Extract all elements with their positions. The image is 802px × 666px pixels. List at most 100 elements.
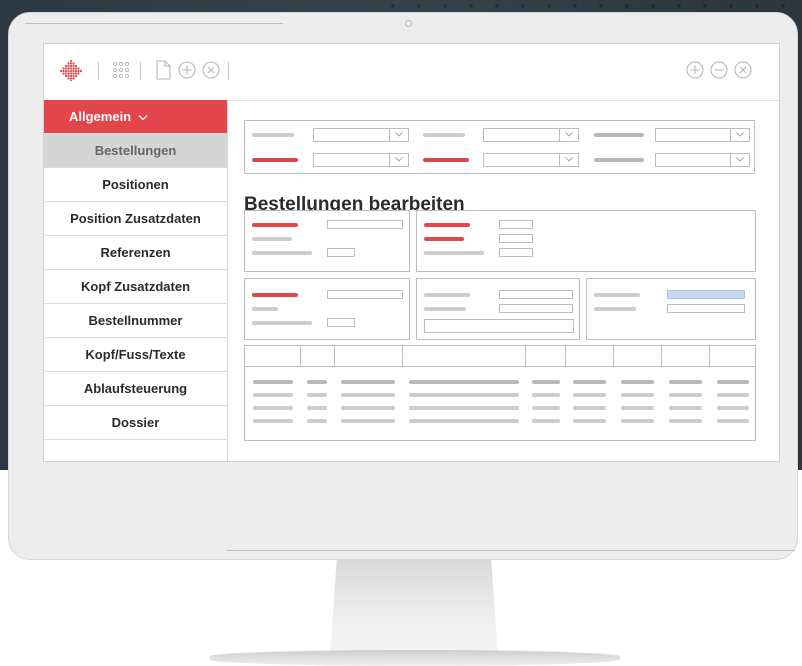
filter-dropdown[interactable] [313,153,409,167]
form-label [424,237,464,241]
filter-label [252,158,298,162]
column-divider [525,346,526,366]
logo-icon [59,59,83,85]
filter-label [594,133,644,137]
chevron-down-icon [559,129,578,141]
sidebar-item-kopf-fuss-texte[interactable]: Kopf/Fuss/Texte [44,338,227,372]
table-cell [573,419,606,423]
filter-dropdown[interactable] [655,128,750,142]
table-cell [307,406,327,410]
filter-dropdown[interactable] [483,128,579,142]
table-cell [532,406,560,410]
sidebar-item-kopf-zusatzdaten[interactable]: Kopf Zusatzdaten [44,270,227,304]
monitor-base [210,650,620,666]
table-row[interactable] [245,393,755,397]
form-field[interactable] [327,290,403,299]
table-cell [621,406,654,410]
table-cell [307,393,327,397]
table-cell [669,380,702,384]
filter-dropdown[interactable] [483,153,579,167]
bezel-highlight [25,23,283,24]
table-row[interactable] [245,380,755,384]
filter-dropdown[interactable] [655,153,750,167]
form-panel [586,278,756,340]
column-divider [613,346,614,366]
form-field[interactable] [327,318,355,327]
form-label [424,223,470,227]
sidebar-item-position-zusatzdaten[interactable]: Position Zusatzdaten [44,202,227,236]
table-cell [717,406,749,410]
table-row[interactable] [245,406,755,410]
new-document-icon[interactable] [152,59,174,81]
form-panel [244,210,410,272]
data-table [244,345,756,441]
filter-panel [244,120,755,174]
table-cell [621,419,654,423]
chevron-down-icon [559,154,578,166]
sidebar-item-bestellnummer[interactable]: Bestellnummer [44,304,227,338]
monitor-stand [330,560,498,656]
table-cell [717,380,749,384]
table-cell [253,406,293,410]
sidebar-item-dossier[interactable]: Dossier [44,406,227,440]
form-label [424,293,470,297]
add-circle-icon[interactable] [684,59,706,81]
table-cell [669,419,702,423]
sidebar-item-label: Bestellnummer [88,313,183,328]
sidebar-item-label: Kopf Zusatzdaten [80,279,191,294]
table-cell [409,406,519,410]
app-screen: Allgemein Bestellungen Positionen Positi… [43,43,780,462]
table-cell [573,393,606,397]
filter-dropdown[interactable] [313,128,409,142]
minus-circle-icon[interactable] [708,59,730,81]
chevron-down-icon [730,129,749,141]
sidebar-item-ablaufsteuerung[interactable]: Ablaufsteuerung [44,372,227,406]
close-circle-icon[interactable] [200,59,222,81]
form-field[interactable] [499,220,533,229]
form-field[interactable] [499,290,573,299]
column-divider [334,346,335,366]
table-cell [621,380,654,384]
table-cell [253,393,293,397]
table-cell [341,393,395,397]
form-label [252,321,312,325]
form-textarea[interactable] [424,319,574,333]
toolbar-separator [228,62,229,80]
form-field[interactable] [499,248,533,257]
table-cell [621,393,654,397]
add-circle-icon[interactable] [176,59,198,81]
form-label [424,307,466,311]
form-field[interactable] [327,220,403,229]
table-cell [341,419,395,423]
form-field[interactable] [499,304,573,313]
sidebar-item-allgemein[interactable]: Allgemein [44,100,227,134]
sidebar-item-bestellungen[interactable]: Bestellungen [44,134,227,168]
table-cell [532,380,560,384]
table-header [245,346,755,367]
form-field[interactable] [327,248,355,257]
form-field[interactable] [667,304,745,313]
filter-label [252,133,294,137]
sidebar-item-label: Positionen [102,177,169,192]
table-cell [307,380,327,384]
form-field-highlighted[interactable] [667,290,745,299]
form-panel [244,278,410,340]
table-cell [341,406,395,410]
close-circle-icon[interactable] [732,59,754,81]
grid-apps-icon[interactable] [110,59,132,81]
sidebar-item-referenzen[interactable]: Referenzen [44,236,227,270]
form-field[interactable] [499,234,533,243]
table-cell [573,406,606,410]
table-cell [717,393,749,397]
chevron-down-icon [730,154,749,166]
bezel-highlight [227,550,795,551]
toolbar-separator [98,62,99,80]
table-row[interactable] [245,419,755,423]
chevron-down-icon [138,115,148,121]
table-cell [253,380,293,384]
toolbar [44,44,779,101]
sidebar-item-label: Bestellungen [94,143,177,158]
sidebar-item-positionen[interactable]: Positionen [44,168,227,202]
table-cell [409,393,519,397]
form-panel [416,278,580,340]
